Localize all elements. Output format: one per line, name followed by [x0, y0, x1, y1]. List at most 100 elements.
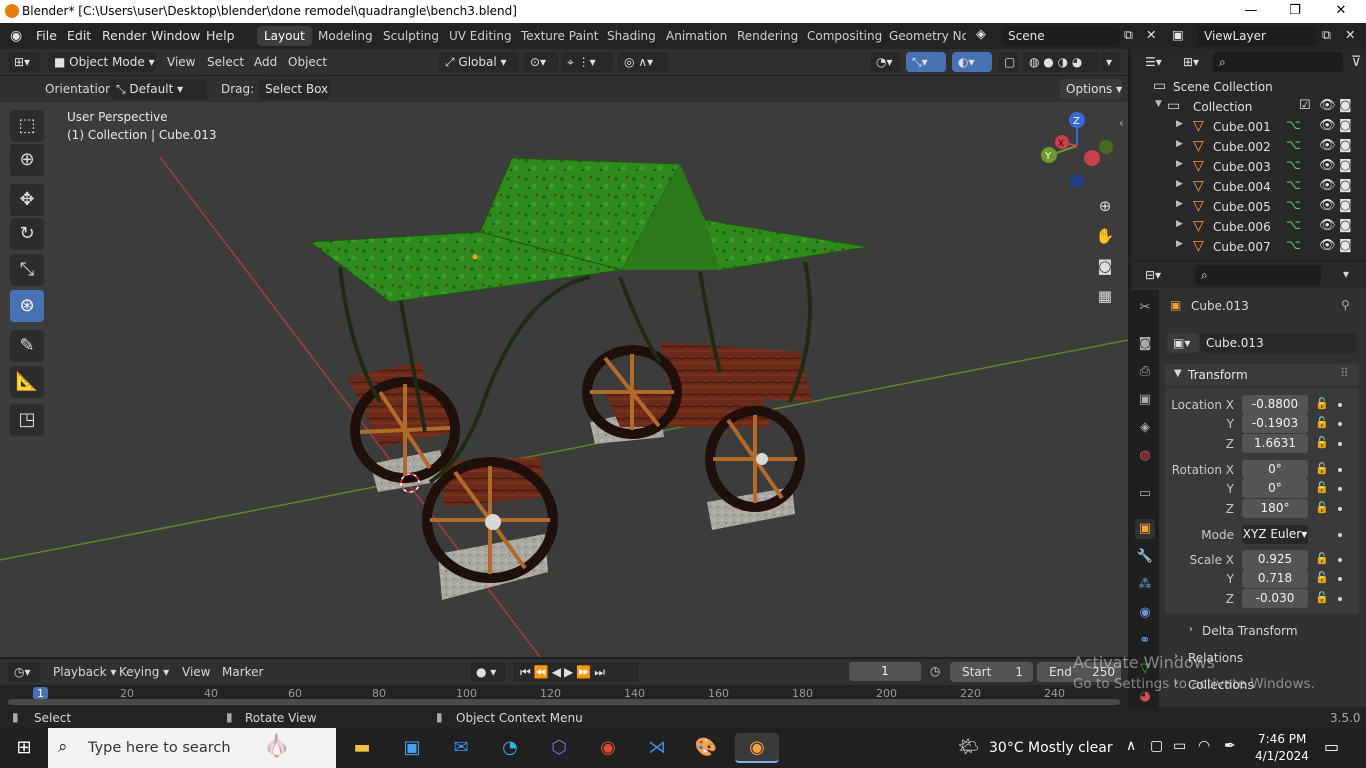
outliner-search-input[interactable]: ⌕ — [1213, 52, 1343, 72]
keyframe-dot-icon[interactable] — [1338, 597, 1342, 601]
rotation-z-field[interactable]: 180° — [1242, 499, 1308, 518]
eye-icon[interactable]: 👁 — [1319, 118, 1336, 133]
view-layer-tab-icon[interactable]: ▣ — [1135, 390, 1155, 410]
expand-icon[interactable]: ▶ — [1176, 139, 1183, 149]
keyframe-dot-icon[interactable] — [1338, 533, 1342, 537]
location-y-field[interactable]: -0.1903 — [1242, 414, 1308, 433]
outliner-item[interactable]: ▶ ▽ Cube.003 ⌥ 👁 ◙ — [1131, 157, 1366, 177]
app-icon[interactable]: ⬡ — [543, 733, 575, 763]
taskbar-search-box[interactable]: ⌕ Type here to search 🧄 — [48, 728, 336, 768]
menu-add[interactable]: Add — [254, 55, 277, 69]
add-cube-tool-icon[interactable]: ◳ — [10, 404, 44, 436]
menu-view[interactable]: View — [182, 665, 210, 679]
menu-view[interactable]: View — [167, 55, 195, 69]
menu-edit[interactable]: Edit — [67, 28, 91, 43]
pin-icon[interactable]: ⚲ — [1341, 298, 1350, 312]
maximize-button[interactable]: ❐ — [1272, 0, 1318, 23]
ortho-grid-icon[interactable]: ▦ — [1093, 284, 1117, 308]
lock-icon[interactable]: 🔓 — [1315, 416, 1329, 429]
menu-render[interactable]: Render — [102, 28, 147, 43]
scene-icon[interactable]: ◈ — [976, 27, 986, 42]
camera-render-icon[interactable]: ◙ — [1339, 178, 1352, 193]
timeline-scrollbar[interactable] — [8, 699, 1120, 705]
menu-help[interactable]: Help — [206, 28, 235, 43]
menu-window[interactable]: Window — [151, 28, 200, 43]
lock-icon[interactable]: 🔓 — [1315, 571, 1329, 584]
visibility-icon[interactable]: ◔▾ — [870, 52, 900, 72]
mode-selector[interactable]: ■ Object Mode ▾ — [48, 52, 156, 72]
mail-icon[interactable]: ✉ — [445, 733, 477, 763]
expand-icon[interactable]: ▼ — [1155, 99, 1162, 109]
tab-shading[interactable]: Shading — [600, 26, 663, 46]
location-z-field[interactable]: 1.6631 — [1242, 434, 1308, 453]
overlay-toggle-icon[interactable]: ◐▾ — [952, 52, 992, 72]
expand-icon[interactable]: ▶ — [1176, 179, 1183, 189]
lock-icon[interactable]: 🔓 — [1315, 501, 1329, 514]
rotation-y-field[interactable]: 0° — [1242, 479, 1308, 498]
constraints-tab-icon[interactable]: ⚭ — [1135, 631, 1155, 651]
scene-selector[interactable]: Scene — [1002, 26, 1120, 46]
rotation-x-field[interactable]: 0° — [1242, 460, 1308, 479]
new-scene-icon[interactable]: ⧉ — [1124, 27, 1133, 43]
options-dropdown[interactable]: Options ▾ — [1060, 79, 1122, 99]
zoom-icon[interactable]: ⊕ — [1093, 194, 1117, 218]
expand-icon[interactable]: ▶ — [1176, 219, 1183, 229]
keyframe-dot-icon[interactable] — [1338, 558, 1342, 562]
shading-modes-icon[interactable]: ◍ ● ◑ ◕ — [1023, 52, 1099, 72]
file-explorer-icon[interactable]: ▬ — [346, 733, 378, 763]
properties-search-input[interactable]: ⌕ — [1195, 265, 1321, 285]
keyframe-dot-icon[interactable] — [1338, 507, 1342, 511]
scene-tab-icon[interactable]: ◈ — [1135, 418, 1155, 438]
pivot-point-icon[interactable]: ⊙▾ — [524, 52, 558, 72]
menu-playback[interactable]: Playback ▾ — [53, 665, 116, 679]
scale-z-field[interactable]: -0.030 — [1242, 589, 1308, 608]
lock-icon[interactable]: 🔓 — [1315, 436, 1329, 449]
tool-tab-icon[interactable]: ✂ — [1135, 298, 1155, 318]
paint-icon[interactable]: 🎨 — [690, 733, 722, 763]
tab-rendering[interactable]: Rendering — [730, 26, 805, 46]
edge-icon[interactable]: ◔ — [494, 733, 526, 763]
eye-icon[interactable]: 👁 — [1319, 138, 1336, 153]
modifier-icon[interactable]: ⌥ — [1286, 218, 1301, 233]
pan-hand-icon[interactable]: ✋ — [1093, 224, 1117, 248]
lock-icon[interactable]: 🔓 — [1315, 462, 1329, 475]
expand-icon[interactable]: ▶ — [1176, 159, 1183, 169]
current-frame-field[interactable]: 1 — [849, 662, 921, 681]
snap-icon[interactable]: ⌖ ⋮▾ — [561, 52, 613, 72]
modifier-icon[interactable]: ⌥ — [1286, 158, 1301, 173]
keyframe-dot-icon[interactable] — [1338, 487, 1342, 491]
vscode-icon[interactable]: ⋊ — [641, 733, 673, 763]
outliner-item[interactable]: ▶ ▽ Cube.001 ⌥ 👁 ◙ — [1131, 117, 1366, 137]
blender-menu-icon[interactable]: ◉ — [10, 28, 22, 44]
modifier-tab-icon[interactable]: 🔧 — [1135, 547, 1155, 567]
modifier-icon[interactable]: ⌥ — [1286, 198, 1301, 213]
transform-tool-icon[interactable]: ⊛ — [10, 290, 44, 322]
rotate-tool-icon[interactable]: ↻ — [10, 218, 44, 250]
keyframe-dot-icon[interactable] — [1338, 468, 1342, 472]
menu-file[interactable]: File — [36, 28, 57, 43]
filter-icon[interactable]: ⊽ — [1351, 54, 1361, 70]
object-browse-icon[interactable]: ▣▾ — [1167, 333, 1199, 353]
camera-render-icon[interactable]: ◙ — [1339, 238, 1352, 253]
scene-collection-row[interactable]: ▭ Scene Collection — [1131, 77, 1366, 97]
collection-tab-icon[interactable]: ▭ — [1135, 484, 1155, 504]
battery-icon[interactable]: ▭ — [1173, 738, 1186, 754]
menu-marker[interactable]: Marker — [222, 665, 263, 679]
select-box-tool-icon[interactable]: ⬚ — [10, 110, 44, 142]
eye-icon[interactable]: 👁 — [1319, 158, 1336, 173]
scale-y-field[interactable]: 0.718 — [1242, 569, 1308, 588]
tab-compositing[interactable]: Compositing — [800, 26, 889, 46]
delta-transform-panel[interactable]: Delta Transform — [1202, 624, 1298, 638]
camera-render-icon[interactable]: ◙ — [1339, 158, 1352, 173]
blender-taskbar-icon[interactable]: ◉ — [735, 733, 779, 763]
tab-modeling[interactable]: Modeling — [311, 26, 380, 46]
tray-chevron-icon[interactable]: ∧ — [1126, 738, 1136, 754]
scale-x-field[interactable]: 0.925 — [1242, 550, 1308, 569]
tab-layout[interactable]: Layout — [257, 26, 312, 46]
eye-icon[interactable]: 👁 — [1319, 238, 1336, 253]
modifier-icon[interactable]: ⌥ — [1286, 138, 1301, 153]
outliner-item[interactable]: ▶ ▽ Cube.006 ⌥ 👁 ◙ — [1131, 217, 1366, 237]
outliner-item[interactable]: ▶ ▽ Cube.007 ⌥ 👁 ◙ — [1131, 237, 1366, 257]
camera-render-icon[interactable]: ◙ — [1339, 98, 1352, 113]
drag-handle-icon[interactable]: ⠿ — [1340, 366, 1349, 380]
